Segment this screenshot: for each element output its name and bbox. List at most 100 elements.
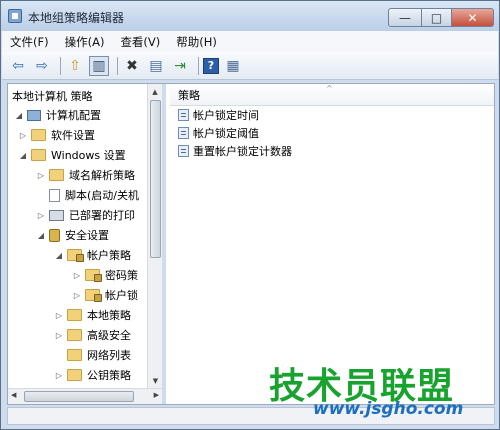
list-item[interactable]: 帐户锁定阈值: [170, 124, 494, 142]
tree-item-label: 软件设置: [51, 129, 95, 142]
tree-item-label: 网络列表: [87, 349, 131, 362]
expand-icon[interactable]: ▷: [54, 371, 64, 380]
scroll-down-icon[interactable]: ▼: [148, 373, 162, 388]
toolbar-separator: [198, 56, 199, 75]
tree-item-scripts[interactable]: 脚本(启动/关机: [49, 185, 139, 205]
folder-icon: [67, 369, 82, 381]
help-icon[interactable]: ?: [203, 57, 219, 74]
tree-item-password-policy[interactable]: ▷ 密码策: [72, 265, 138, 285]
policy-setting-icon: [178, 127, 189, 139]
properties-icon[interactable]: ▤: [146, 56, 166, 76]
tree-root-label: 本地计算机 策略: [12, 90, 93, 103]
menu-action[interactable]: 操作(A): [57, 34, 113, 50]
folder-icon: [67, 349, 82, 361]
tree-item-label: 公钥策略: [87, 369, 131, 382]
sort-indicator-icon: ^: [326, 84, 333, 93]
security-icon: [49, 228, 60, 242]
toolbar-separator: [117, 56, 118, 75]
expand-icon[interactable]: ▷: [36, 171, 46, 180]
tree-item-advanced-firewall[interactable]: ▷ 高级安全: [54, 325, 131, 345]
policy-setting-icon: [178, 145, 189, 157]
folder-icon: [31, 149, 46, 161]
expand-icon[interactable]: ▷: [18, 131, 28, 140]
scroll-right-icon[interactable]: ▶: [154, 391, 159, 399]
maximize-button[interactable]: □: [422, 8, 452, 27]
list-item[interactable]: 帐户锁定时间: [170, 106, 494, 124]
scroll-up-icon[interactable]: ▲: [148, 84, 162, 99]
list-item[interactable]: 重置帐户锁定计数器: [170, 142, 494, 160]
collapse-icon[interactable]: ◢: [54, 251, 64, 260]
tree-item-label: 计算机配置: [46, 109, 101, 122]
expand-icon[interactable]: ▷: [36, 211, 46, 220]
tree-item-label: 密码策: [105, 269, 138, 282]
tree-root[interactable]: 本地计算机 策略: [12, 86, 93, 106]
tree-item-label: 帐户锁: [105, 289, 138, 302]
minimize-button[interactable]: —: [388, 8, 422, 27]
toolbar-separator: [60, 56, 61, 75]
back-arrow-icon[interactable]: ⇦: [8, 56, 28, 76]
tree-item-network-list[interactable]: 网络列表: [67, 345, 131, 365]
policy-list: 策略 ^ 帐户锁定时间 帐户锁定阈值 重置帐户锁定计数器: [170, 84, 494, 404]
tree-item-public-key[interactable]: ▷ 公钥策略: [54, 365, 131, 385]
app-icon: [8, 9, 22, 23]
tree-item-label: Windows 设置: [51, 149, 126, 162]
view-icon[interactable]: ▦: [223, 56, 243, 76]
collapse-icon[interactable]: ◢: [36, 231, 46, 240]
menu-file[interactable]: 文件(F): [2, 34, 57, 50]
column-header-policy[interactable]: 策略 ^: [170, 84, 494, 106]
tree-vertical-scrollbar[interactable]: ▲ ▼: [147, 84, 162, 388]
list-item-label: 帐户锁定时间: [193, 109, 259, 122]
tree-item-computer-config[interactable]: ◢ 计算机配置: [14, 105, 101, 125]
tree-item-local-policies[interactable]: ▷ 本地策略: [54, 305, 131, 325]
menu-help[interactable]: 帮助(H): [168, 34, 225, 50]
list-item-label: 帐户锁定阈值: [193, 127, 259, 140]
expand-icon[interactable]: ▷: [72, 291, 82, 300]
expand-icon[interactable]: ▷: [54, 311, 64, 320]
tree-item-dns-policy[interactable]: ▷ 域名解析策略: [36, 165, 135, 185]
tree-item-label: 本地策略: [87, 309, 131, 322]
scroll-left-icon[interactable]: ◀: [11, 391, 16, 399]
tree-item-software-settings[interactable]: ▷ 软件设置: [18, 125, 95, 145]
show-hide-tree-icon[interactable]: ▥: [89, 55, 109, 76]
tree-item-account-lockout[interactable]: ▷ 帐户锁: [72, 285, 138, 305]
title-bar[interactable]: 本地组策略编辑器 — □ ✕: [1, 1, 499, 31]
console-tree: 本地计算机 策略 ◢ 计算机配置 ▷ 软件设置 ◢ Windows 设置 ▷ 域…: [8, 84, 166, 404]
export-list-icon[interactable]: ⇥: [170, 56, 190, 76]
tree-item-label: 已部署的打印: [69, 209, 135, 222]
window-title: 本地组策略编辑器: [28, 11, 125, 25]
computer-icon: [27, 109, 41, 121]
policy-editor-window: 本地组策略编辑器 — □ ✕ 文件(F) 操作(A) 查看(V) 帮助(H) ⇦…: [0, 0, 500, 430]
locked-folder-icon: [85, 269, 102, 282]
scroll-thumb[interactable]: [24, 391, 134, 402]
expand-icon[interactable]: ▷: [72, 271, 82, 280]
list-item-label: 重置帐户锁定计数器: [193, 145, 292, 158]
tree-item-deployed-printers[interactable]: ▷ 已部署的打印: [36, 205, 135, 225]
close-button[interactable]: ✕: [452, 8, 494, 27]
folder-icon: [67, 329, 82, 341]
tree-item-label: 域名解析策略: [69, 169, 135, 182]
printer-icon: [49, 209, 64, 221]
policy-setting-icon: [178, 109, 189, 121]
folder-icon: [31, 129, 46, 141]
expand-icon[interactable]: ▷: [54, 331, 64, 340]
tree-item-label: 脚本(启动/关机: [65, 189, 139, 202]
tree-horizontal-scrollbar[interactable]: ◀ ▶: [8, 388, 162, 404]
forward-arrow-icon[interactable]: ⇨: [32, 56, 52, 76]
collapse-icon[interactable]: ◢: [14, 111, 24, 120]
column-header-label: 策略: [178, 88, 200, 102]
toolbar: ⇦ ⇨ ⇧ ▥ ✖ ▤ ⇥ ? ▦: [2, 52, 498, 80]
scroll-thumb[interactable]: [150, 100, 161, 258]
tree-item-windows-settings[interactable]: ◢ Windows 设置: [18, 145, 126, 165]
collapse-icon[interactable]: ◢: [18, 151, 28, 160]
script-icon: [49, 188, 60, 202]
folder-icon: [67, 309, 82, 321]
tree-item-security-settings[interactable]: ◢ 安全设置: [36, 225, 109, 245]
up-folder-icon[interactable]: ⇧: [65, 56, 85, 76]
menu-view[interactable]: 查看(V): [112, 34, 168, 50]
folder-icon: [49, 169, 64, 181]
menu-bar: 文件(F) 操作(A) 查看(V) 帮助(H): [2, 31, 498, 52]
delete-icon[interactable]: ✖: [122, 56, 142, 76]
watermark-url: www.jsgho.com: [313, 399, 464, 419]
tree-item-account-policies[interactable]: ◢ 帐户策略: [54, 245, 131, 265]
locked-folder-icon: [85, 289, 102, 302]
